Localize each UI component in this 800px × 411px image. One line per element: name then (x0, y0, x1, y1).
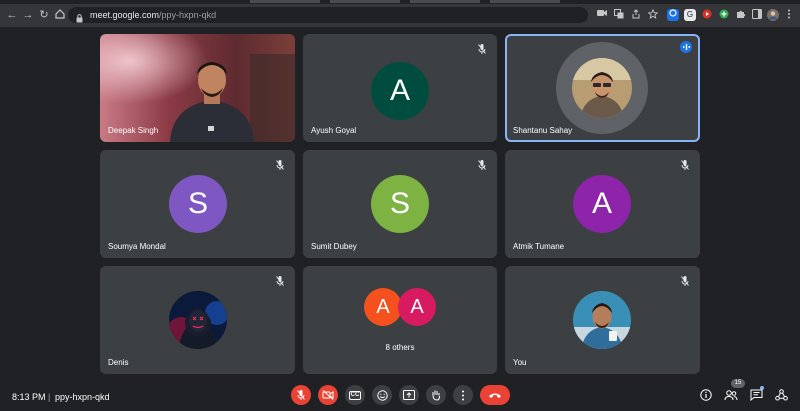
extensions-puzzle-icon[interactable] (735, 9, 747, 21)
people-icon (724, 390, 738, 401)
url-text[interactable]: meet.google.com/ppy-hxpn-qkd (90, 9, 216, 21)
meeting-time: 8:13 PM (12, 392, 46, 402)
chat-button[interactable] (749, 388, 763, 402)
meeting-code: ppy-hxpn-qkd (55, 392, 110, 402)
browser-tab[interactable] (490, 0, 560, 3)
participant-name: Shantanu Sahay (513, 126, 573, 135)
participant-tile-denis[interactable]: Denis (100, 266, 295, 374)
mic-off-icon (680, 274, 690, 286)
extension-icon[interactable] (718, 9, 730, 21)
participant-name: Sumit Dubey (311, 242, 357, 251)
reactions-button[interactable] (372, 385, 392, 405)
participant-tile-deepak-singh[interactable]: Deepak Singh (100, 34, 295, 142)
people-count-badge: 15 (731, 379, 745, 388)
url-host: meet.google.com (90, 10, 160, 20)
browser-tab[interactable] (250, 0, 320, 3)
mic-off-icon (275, 274, 285, 286)
captions-icon: CC (348, 390, 362, 400)
participant-tile-ayush-goyal[interactable]: A Ayush Goyal (303, 34, 497, 142)
participant-tile-atmik-tumane[interactable]: A Atmik Tumane (505, 150, 700, 258)
participant-avatar: A (371, 62, 429, 120)
present-icon (403, 390, 415, 400)
activities-icon (774, 389, 788, 401)
participant-tile-sumit-dubey[interactable]: S Sumit Dubey (303, 150, 497, 258)
bookmark-star-icon[interactable] (647, 8, 659, 21)
participant-name: Soumya Mondal (108, 242, 166, 251)
raise-hand-button[interactable] (426, 385, 446, 405)
share-icon[interactable] (630, 9, 642, 21)
participant-name: Ayush Goyal (311, 126, 357, 135)
emoji-icon (376, 389, 388, 401)
participant-name: Deepak Singh (108, 126, 159, 135)
forward-icon[interactable]: → (22, 9, 34, 21)
raise-hand-icon (432, 390, 440, 401)
camera-toggle-button[interactable] (318, 385, 338, 405)
hangup-icon (489, 393, 501, 398)
more-options-button[interactable] (453, 385, 473, 405)
tab-strip (0, 0, 800, 4)
back-icon[interactable]: ← (6, 9, 18, 21)
microphone-toggle-button[interactable] (291, 385, 311, 405)
meeting-details-button[interactable] (699, 388, 713, 402)
participant-avatar (573, 291, 631, 349)
participant-name: Denis (108, 358, 129, 367)
mic-off-icon (680, 158, 690, 170)
participant-name: Atmik Tumane (513, 242, 565, 251)
participant-avatar: S (169, 175, 227, 233)
url-path: /ppy-hxpn-qkd (159, 10, 217, 20)
extension-icon[interactable] (701, 9, 713, 21)
participant-tile-shantanu-sahay[interactable]: Shantanu Sahay (505, 34, 700, 142)
participant-avatar: A (573, 175, 631, 233)
present-screen-button[interactable] (399, 385, 419, 405)
side-panel-icon[interactable] (751, 9, 763, 21)
browser-tab[interactable] (410, 0, 480, 3)
speaking-indicator-icon (680, 41, 692, 53)
mic-off-icon (275, 158, 285, 170)
reload-icon[interactable]: ↻ (38, 9, 50, 21)
activities-button[interactable] (774, 388, 788, 402)
participant-avatar (169, 291, 227, 349)
participant-tile-you[interactable]: You (505, 266, 700, 374)
participant-avatar: A (398, 288, 436, 326)
participant-avatar (572, 58, 632, 118)
browser-tab[interactable] (330, 0, 400, 3)
chat-unread-dot (760, 386, 764, 390)
participant-avatar: S (371, 175, 429, 233)
participant-name: You (513, 358, 527, 367)
mic-off-icon (297, 390, 305, 400)
others-count-label: 8 others (385, 343, 415, 352)
extension-g-icon[interactable]: G (684, 9, 696, 21)
participant-tile-soumya-mondal[interactable]: S Soumya Mondal (100, 150, 295, 258)
participant-avatar: A (364, 288, 402, 326)
info-icon (700, 389, 712, 401)
more-options-icon (462, 390, 464, 400)
extension-icon[interactable] (667, 9, 679, 21)
lock-icon[interactable] (76, 10, 83, 23)
browser-menu-icon[interactable] (783, 9, 795, 21)
mic-off-icon (477, 42, 487, 54)
profile-avatar-icon[interactable] (767, 9, 779, 21)
translate-icon[interactable] (613, 9, 625, 21)
participant-tile-others[interactable]: A A 8 others (303, 266, 497, 374)
leave-call-button[interactable] (480, 385, 510, 405)
camera-indicator-icon[interactable] (596, 9, 608, 21)
mic-off-icon (477, 158, 487, 170)
captions-button[interactable]: CC (345, 385, 365, 405)
chat-icon (750, 389, 762, 401)
home-icon[interactable] (54, 9, 66, 21)
people-button[interactable] (724, 388, 738, 402)
camera-off-icon (322, 390, 334, 400)
time-separator: | (48, 392, 51, 402)
